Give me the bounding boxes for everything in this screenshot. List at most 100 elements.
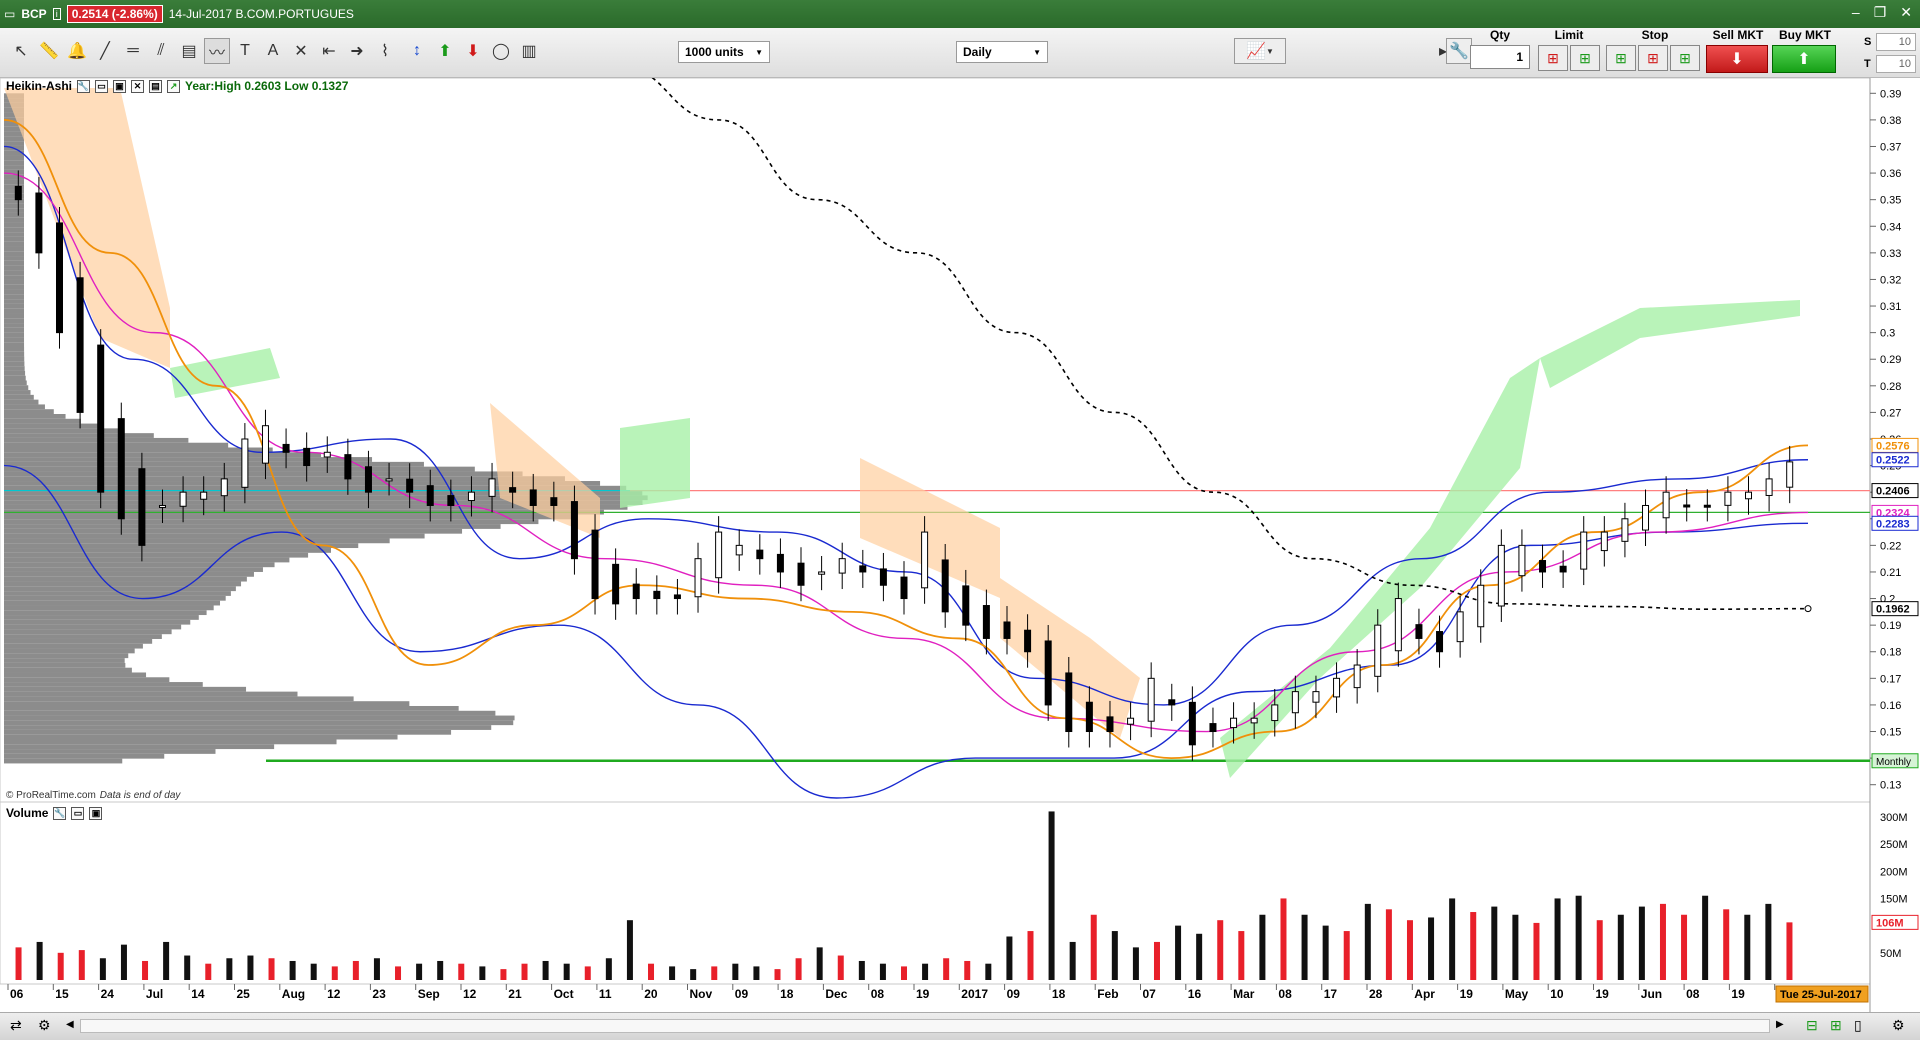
volume-bar <box>1301 914 1308 980</box>
chart-area[interactable]: 0.39 0.38 0.37 0.36 0.35 0.34 0.33 0.32 0.31 0.3 0… <box>0 78 1920 1012</box>
chart-style-button[interactable]: 📈 ▼ <box>1234 38 1286 64</box>
fit-icon[interactable]: ▯ <box>1854 1017 1862 1034</box>
pointer-tool-icon[interactable]: ↖ <box>8 38 34 64</box>
add-indicator-icon[interactable]: ↗ <box>167 79 181 93</box>
horizontal-scrollbar[interactable] <box>80 1019 1770 1033</box>
fibonacci-tool-icon[interactable]: ▤ <box>176 38 202 64</box>
zoom-in-icon[interactable]: ⊞ <box>1830 1017 1842 1034</box>
buy-arrow-icon[interactable]: ⬆ <box>432 38 458 64</box>
bars-settings-icon[interactable]: ⚙ <box>38 1017 51 1034</box>
label-tool-icon[interactable]: A <box>260 38 286 64</box>
text-tool-icon[interactable]: T <box>232 38 258 64</box>
green-cloud <box>620 418 690 508</box>
volume-profile-bar <box>4 739 337 745</box>
volume-profile-bar <box>4 323 25 328</box>
candle-body <box>1642 504 1650 531</box>
candle-body <box>179 491 187 507</box>
cross-line-tool-icon[interactable]: ✕ <box>288 38 314 64</box>
vertical-arrow-tool-icon[interactable]: ↕ <box>404 38 430 64</box>
price-panel-title: Heikin-Ashi <box>6 79 73 93</box>
zoom-out-icon[interactable]: ⊟ <box>1806 1017 1818 1034</box>
candle-body <box>1662 491 1670 519</box>
ohlc-tool-icon[interactable]: ⌇ <box>372 38 398 64</box>
sell-arrow-icon[interactable]: ⬇ <box>460 38 486 64</box>
wrench-icon[interactable]: 🔧 <box>53 806 67 820</box>
volume-profile-bar <box>4 524 501 529</box>
volume-bar <box>1364 903 1371 980</box>
info-icon[interactable]: i <box>52 8 61 20</box>
volume-profile-bar <box>4 653 129 659</box>
volume-last-label: 106M <box>1876 917 1904 929</box>
units-dropdown[interactable]: 1000 units ▼ <box>678 41 770 63</box>
wrench-icon[interactable]: 🔧 <box>1446 38 1472 64</box>
volume-profile-bar <box>4 758 123 764</box>
t-label: T <box>1864 58 1871 70</box>
layout-icon[interactable]: ▣ <box>113 79 127 93</box>
candle-body <box>1724 491 1732 506</box>
volume-bar <box>753 966 760 980</box>
vertical-cursor-icon[interactable]: ⇤ <box>316 38 342 64</box>
volume-profile-bar <box>4 600 221 606</box>
wrench-icon[interactable]: 🔧 <box>77 79 91 93</box>
qty-input[interactable]: 1 <box>1470 45 1530 69</box>
buy-mkt-button[interactable]: ⬆ <box>1772 45 1836 73</box>
zigzag-tool-icon[interactable]: 〰 <box>204 38 230 64</box>
trendline-tool-icon[interactable]: ╱ <box>92 38 118 64</box>
grid-tool-icon[interactable]: ▥ <box>516 38 542 64</box>
horizontal-line-tool-icon[interactable]: ═ <box>120 38 146 64</box>
limit-sell-button[interactable]: ⊞ <box>1538 45 1568 71</box>
stop-buy-alt-button[interactable]: ⊞ <box>1670 45 1700 71</box>
layout-icon[interactable]: ▣ <box>89 806 103 820</box>
volume-bar <box>142 960 149 980</box>
minimize-panel-icon[interactable]: ▤ <box>149 79 163 93</box>
ruler-tool-icon[interactable]: 📏 <box>36 38 62 64</box>
x-tick-label: 16 <box>1188 987 1202 1001</box>
volume-bar <box>563 963 570 980</box>
minimize-icon[interactable]: – <box>1852 4 1860 21</box>
y-tick-label: 0.19 <box>1880 620 1901 632</box>
x-tick-label: 20 <box>644 987 658 1001</box>
s-input[interactable]: 10 <box>1876 33 1916 51</box>
volume-profile-bar <box>4 256 25 261</box>
arrow-right-tool-icon[interactable]: ➜ <box>344 38 370 64</box>
credit-label: © ProRealTime.com Data is end of day <box>6 790 180 801</box>
ellipse-tool-icon[interactable]: ◯ <box>488 38 514 64</box>
x-tick-label: 10 <box>1550 987 1564 1001</box>
volume-bar <box>521 963 528 980</box>
chevron-down-icon: ▼ <box>1033 47 1041 57</box>
alert-bell-icon[interactable]: 🔔 <box>64 38 90 64</box>
candle-body <box>1209 723 1217 733</box>
volume-bar <box>1153 941 1160 980</box>
volume-bar <box>57 952 64 980</box>
volume-profile-bar <box>4 442 229 448</box>
restore-icon[interactable]: ❐ <box>1874 4 1887 21</box>
window-icon: ▭ <box>4 7 16 21</box>
volume-bar <box>1596 920 1603 980</box>
volume-profile-bar <box>4 581 242 587</box>
t-input[interactable]: 10 <box>1876 55 1916 73</box>
stop-buy-button[interactable]: ⊞ <box>1606 45 1636 71</box>
scroll-left-icon[interactable]: ◀ <box>66 1019 74 1030</box>
interval-dropdown[interactable]: Daily ▼ <box>956 41 1048 63</box>
save-icon[interactable]: ▭ <box>71 806 85 820</box>
volume-profile-bar <box>4 471 523 477</box>
close-icon[interactable]: ✕ <box>1900 4 1912 21</box>
volume-bar <box>1027 931 1034 980</box>
candle-body <box>282 443 290 453</box>
settings-gear-icon[interactable]: ⚙ <box>1892 1017 1905 1034</box>
volume-bar <box>1406 920 1413 980</box>
scroll-right-icon[interactable]: ▶ <box>1776 1019 1784 1030</box>
limit-buy-button[interactable]: ⊞ <box>1570 45 1600 71</box>
zoom-icon[interactable]: ⇄ <box>10 1017 22 1034</box>
volume-profile-bar <box>4 662 126 668</box>
volume-profile-bar <box>4 366 25 371</box>
sell-mkt-button[interactable]: ⬇ <box>1706 45 1768 73</box>
volume-profile-bar <box>4 399 39 405</box>
stop-sell-button[interactable]: ⊞ <box>1638 45 1668 71</box>
channel-tool-icon[interactable]: ⫽ <box>148 38 174 64</box>
save-icon[interactable]: ▭ <box>95 79 109 93</box>
x-tick-label: 11 <box>599 987 612 1001</box>
volume-tick-label: 150M <box>1880 893 1908 905</box>
x-tick-label: Oct <box>554 987 574 1001</box>
close-icon[interactable]: ✕ <box>131 79 145 93</box>
